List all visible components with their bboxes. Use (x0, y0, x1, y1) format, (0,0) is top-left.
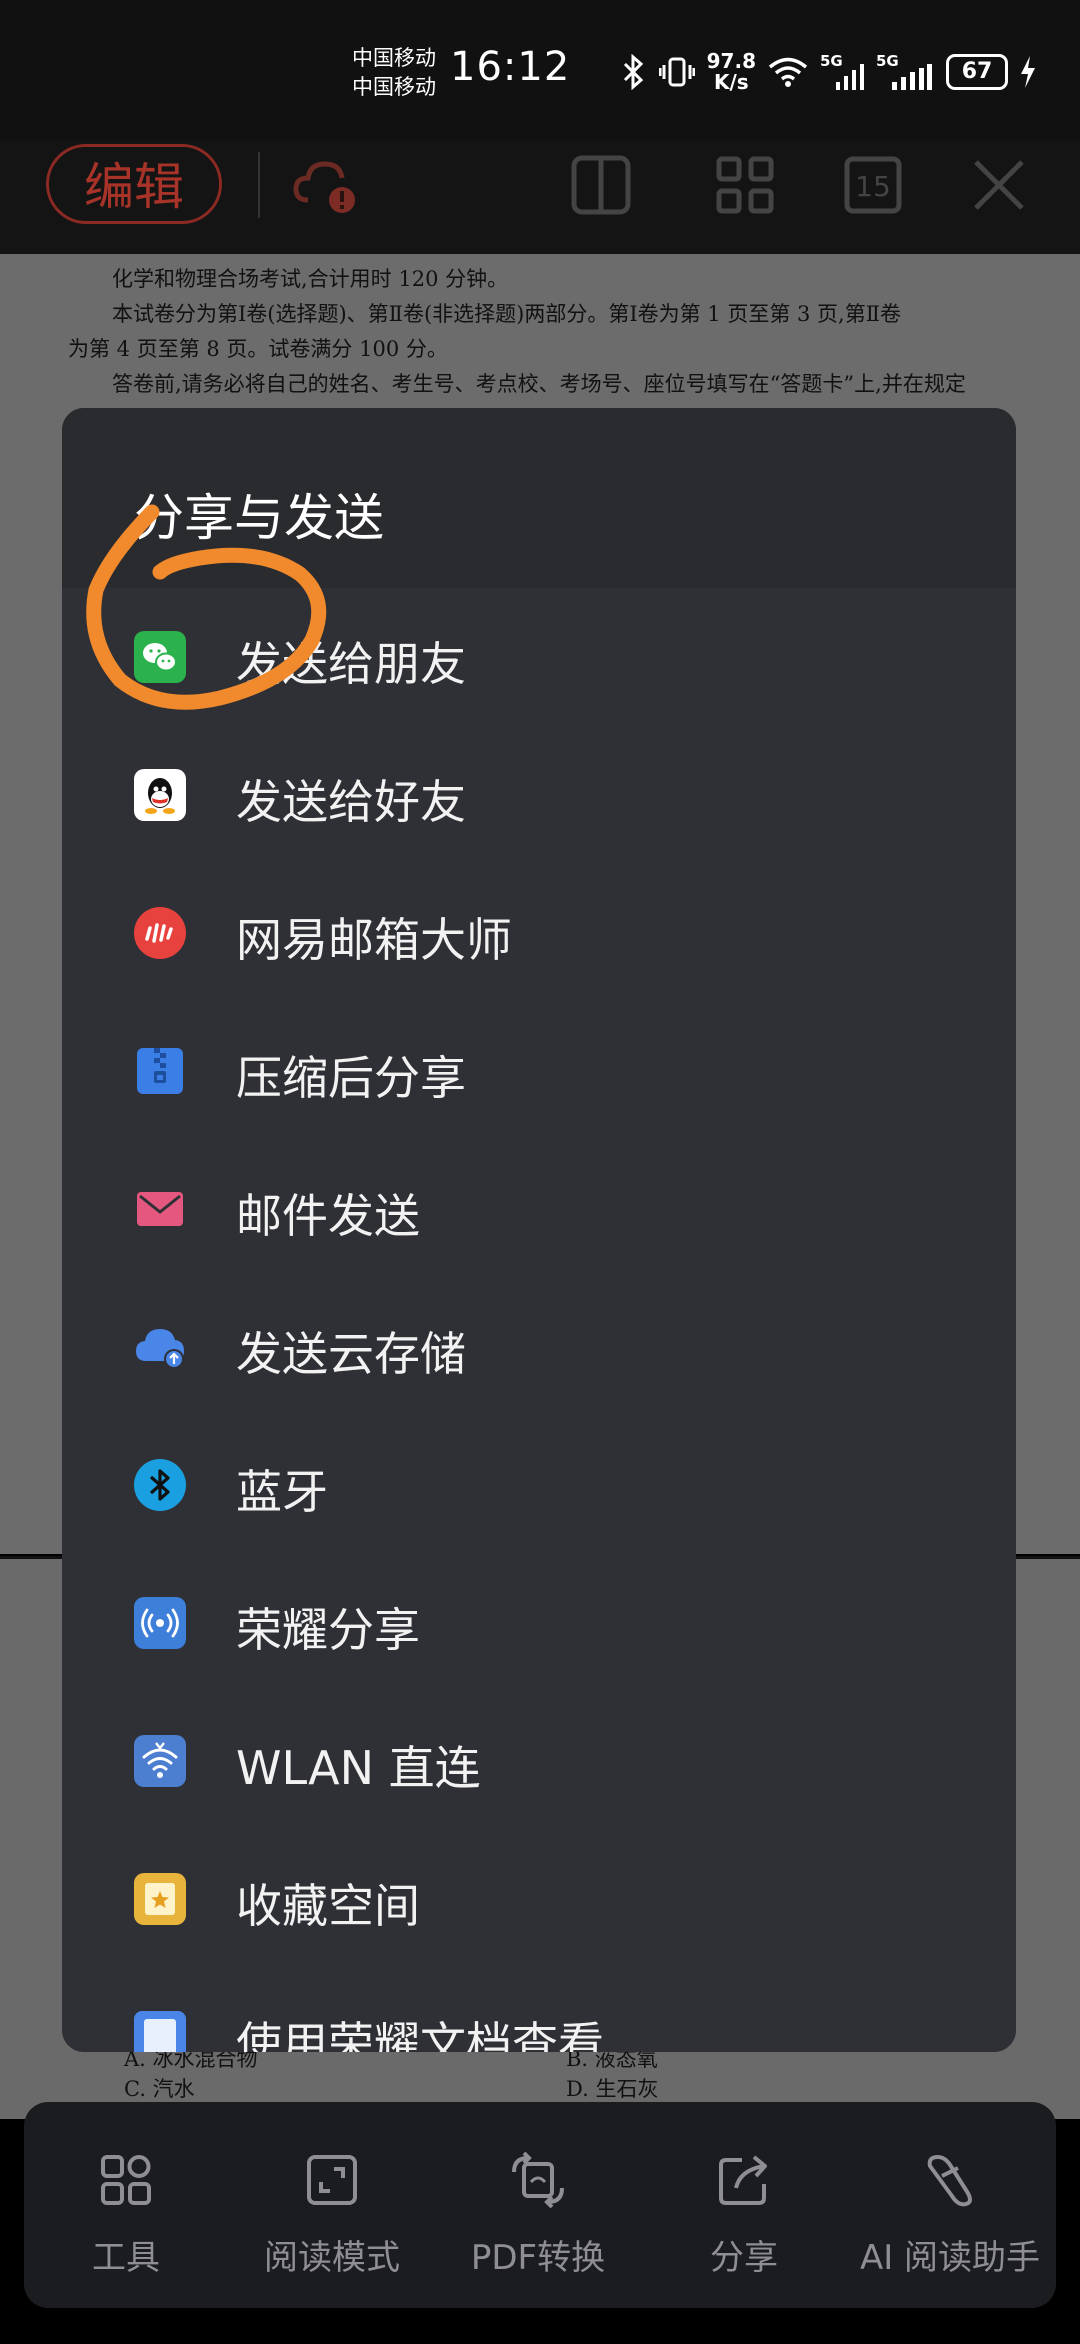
share-item-label: 发送给好友 (236, 775, 466, 829)
net-speed: 97.8 K/s (707, 51, 756, 93)
signal-1: 5G (820, 52, 864, 90)
edit-button[interactable]: 编辑 (46, 144, 222, 224)
netease-mail-icon (134, 907, 186, 959)
zip-icon (137, 1048, 183, 1094)
honor-share-icon (134, 1597, 186, 1649)
ai-assistant-icon (927, 2155, 972, 2207)
share-options-list: 发送给朋友 发送给好友 网易邮箱大师 压缩后分享 邮件发送 发送云存储 蓝牙 荣… (62, 588, 1016, 2052)
carrier-1: 中国移动 (352, 46, 436, 70)
cloud-upload-icon (136, 1329, 184, 1369)
share-item-label: 邮件发送 (236, 1189, 420, 1243)
option-c: C. 汽水 (124, 2077, 195, 2101)
mail-icon (137, 1192, 183, 1226)
favorites-space-icon (134, 1873, 186, 1925)
pdf-convert-icon (512, 2152, 564, 2208)
signal-bars-icon (836, 64, 864, 90)
bottom-item-label: PDF转换 (470, 2238, 606, 2278)
share-item-wechat[interactable]: 发送给朋友 (62, 588, 1016, 726)
share-item-cloud-storage[interactable]: 发送云存储 (62, 1278, 1016, 1416)
share-item-label: 发送云存储 (236, 1327, 466, 1381)
doc-line: 为第 4 页至第 8 页。试卷满分 100 分。 (68, 337, 448, 361)
status-bar: 中国移动 中国移动 16:12 97.8 K/s 5G 5G 67 (0, 0, 1080, 140)
bottom-item-pdf-convert[interactable]: PDF转换 (438, 2102, 638, 2308)
share-item-email[interactable]: 邮件发送 (62, 1140, 1016, 1278)
bottom-item-tools[interactable]: 工具 (26, 2102, 226, 2308)
share-item-bluetooth[interactable]: 蓝牙 (62, 1416, 1016, 1554)
share-item-honor-share[interactable]: 荣耀分享 (62, 1554, 1016, 1692)
bottom-item-label: 阅读模式 (264, 2238, 400, 2278)
bottom-item-ai-assistant[interactable]: AI 阅读助手 (850, 2102, 1050, 2308)
share-item-qq[interactable]: 发送给好友 (62, 726, 1016, 864)
share-dialog: 分享与发送 发送给朋友 发送给好友 网易邮箱大师 压缩后分享 邮件发送 发送云存… (62, 408, 1016, 2052)
wechat-icon (134, 631, 186, 683)
bluetooth-icon (134, 1459, 186, 1511)
close-icon[interactable] (964, 150, 1034, 220)
bottom-item-label: AI 阅读助手 (859, 2238, 1041, 2278)
dialog-title: 分享与发送 (134, 489, 384, 547)
share-item-label: 使用荣耀文档查看 (236, 2017, 604, 2052)
bottom-item-label: 工具 (92, 2238, 160, 2278)
split-view-icon[interactable] (566, 150, 636, 220)
option-d: D. 生石灰 (566, 2077, 659, 2101)
doc-line: 化学和物理合场考试,合计用时 120 分钟。 (112, 267, 509, 291)
signal-bars-icon (892, 64, 932, 90)
share-item-label: 收藏空间 (236, 1879, 420, 1933)
share-item-label: 荣耀分享 (236, 1603, 420, 1657)
carrier-2: 中国移动 (352, 75, 436, 99)
toolbar-divider (258, 152, 260, 218)
grid-view-icon[interactable] (710, 150, 780, 220)
share-item-netease-mail[interactable]: 网易邮箱大师 (62, 864, 1016, 1002)
charging-icon (1021, 56, 1035, 88)
bottom-toolbar: 工具 阅读模式 PDF转换 分享 AI 阅读助手 (24, 2102, 1056, 2308)
share-item-label: WLAN 直连 (236, 1741, 481, 1795)
doc-line: 本试卷分为第Ⅰ卷(选择题)、第Ⅱ卷(非选择题)两部分。第Ⅰ卷为第 1 页至第 3… (112, 302, 902, 326)
bottom-item-reading-mode[interactable]: 阅读模式 (232, 2102, 432, 2308)
wlan-direct-icon (134, 1735, 186, 1787)
bluetooth-status-icon (623, 54, 643, 90)
share-item-label: 网易邮箱大师 (236, 913, 512, 967)
cloud-error-icon[interactable] (290, 150, 360, 220)
net-speed-value: 97.8 (706, 49, 756, 73)
reading-mode-icon (307, 2155, 357, 2205)
vibrate-icon (658, 57, 695, 87)
share-icon (719, 2155, 767, 2205)
carrier-labels: 中国移动 中国移动 (352, 44, 436, 102)
share-item-favorites[interactable]: 收藏空间 (62, 1830, 1016, 1968)
page-number-icon[interactable]: 15 (838, 150, 908, 220)
reader-toolbar: 编辑 15 (0, 140, 1080, 254)
signal-2: 5G (876, 52, 934, 90)
clock: 16:12 (450, 44, 571, 90)
honor-docs-icon (134, 2011, 186, 2052)
share-item-label: 压缩后分享 (236, 1051, 466, 1105)
wifi-icon (768, 57, 808, 87)
share-item-wlan-direct[interactable]: WLAN 直连 (62, 1692, 1016, 1830)
tools-icon (101, 2155, 151, 2205)
bottom-item-label: 分享 (710, 2238, 778, 2278)
svg-text:15: 15 (855, 170, 891, 203)
doc-line: 答卷前,请务必将自己的姓名、考生号、考点校、考场号、座位号填写在“答题卡”上,并… (112, 372, 966, 396)
share-item-zip[interactable]: 压缩后分享 (62, 1002, 1016, 1140)
bottom-item-share[interactable]: 分享 (644, 2102, 844, 2308)
status-icons: 97.8 K/s 5G 5G 67 (621, 50, 1036, 94)
net-speed-unit: K/s (713, 70, 749, 94)
share-item-label: 蓝牙 (236, 1465, 328, 1519)
document-text: 化学和物理合场考试,合计用时 120 分钟。 本试卷分为第Ⅰ卷(选择题)、第Ⅱ卷… (68, 262, 998, 402)
battery-indicator: 67 (946, 54, 1008, 90)
qq-icon (134, 769, 186, 821)
share-item-honor-docs[interactable]: 使用荣耀文档查看 (62, 1968, 1016, 2052)
share-item-label: 发送给朋友 (236, 637, 466, 691)
